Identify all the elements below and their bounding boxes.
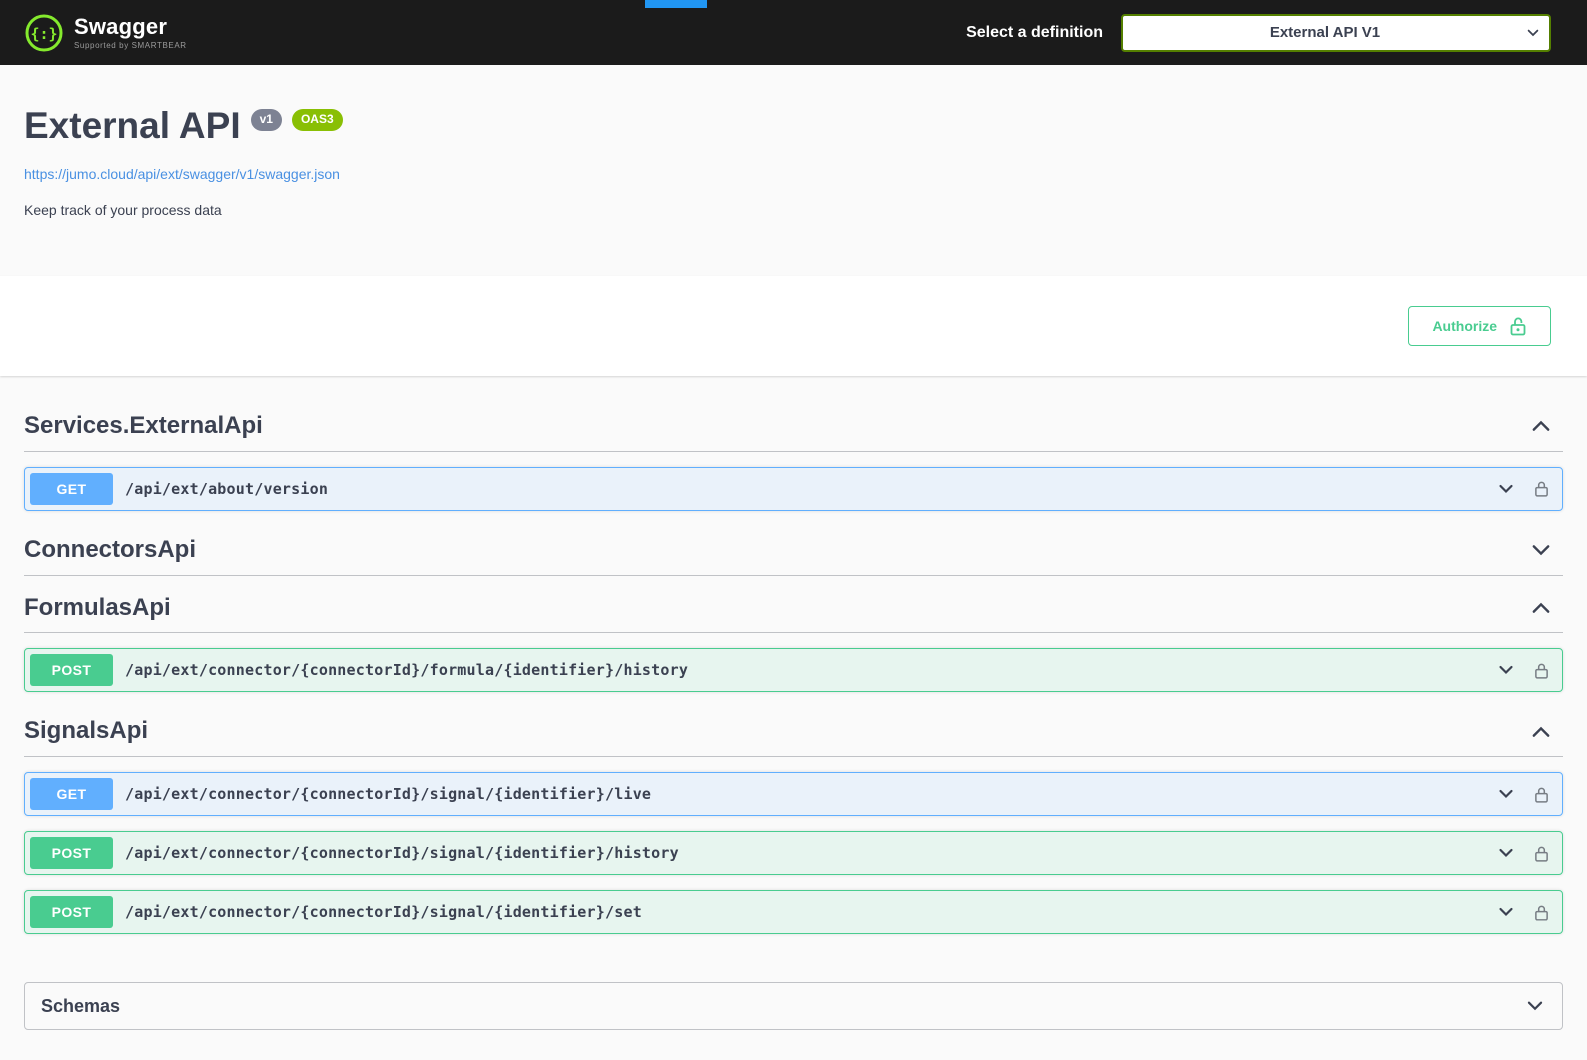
section-title: ConnectorsApi xyxy=(24,536,196,565)
api-section: ConnectorsApi xyxy=(24,526,1563,576)
operation-path: /api/ext/connector/{connectorId}/signal/… xyxy=(113,844,1496,862)
operation-expand-button[interactable] xyxy=(1496,902,1516,922)
page-title: External API v1 OAS3 xyxy=(24,107,1563,144)
top-scroll-notch xyxy=(645,0,707,8)
method-badge: GET xyxy=(30,778,113,810)
logo-text: Swagger xyxy=(74,15,187,38)
scheme-container: Authorize xyxy=(0,276,1587,376)
operation-expand-button[interactable] xyxy=(1496,843,1516,863)
logo-tagline: Supported by SMARTBEAR xyxy=(74,41,187,50)
operation-path: /api/ext/connector/{connectorId}/signal/… xyxy=(113,785,1496,803)
operation-row[interactable]: GET /api/ext/connector/{connectorId}/sig… xyxy=(24,772,1563,816)
operations-container: Services.ExternalApi GET /api/ext/about/… xyxy=(24,402,1563,934)
lock-icon xyxy=(1534,786,1549,803)
version-badge: v1 xyxy=(251,109,282,131)
section-title: Services.ExternalApi xyxy=(24,412,263,441)
svg-text:{:}: {:} xyxy=(30,25,57,43)
lock-icon-button[interactable] xyxy=(1534,904,1549,921)
chevron-down-icon xyxy=(1496,784,1516,804)
method-badge: POST xyxy=(30,654,113,686)
topbar: {:} Swagger Supported by SMARTBEAR Selec… xyxy=(0,0,1587,65)
method-badge: POST xyxy=(30,896,113,928)
section-title: FormulasApi xyxy=(24,594,171,623)
lock-icon xyxy=(1534,662,1549,679)
oas-badge: OAS3 xyxy=(292,109,343,131)
operation-expand-button[interactable] xyxy=(1496,479,1516,499)
lock-icon-button[interactable] xyxy=(1534,845,1549,862)
api-description: Keep track of your process data xyxy=(24,202,1563,218)
lock-icon-button[interactable] xyxy=(1534,786,1549,803)
spec-url-link[interactable]: https://jumo.cloud/api/ext/swagger/v1/sw… xyxy=(24,166,340,182)
definition-select-label: Select a definition xyxy=(966,24,1103,42)
section-expand-button[interactable] xyxy=(1529,414,1553,438)
operation-summary[interactable]: GET /api/ext/connector/{connectorId}/sig… xyxy=(25,773,1562,815)
authorize-label: Authorize xyxy=(1432,317,1497,335)
operation-row[interactable]: POST /api/ext/connector/{connectorId}/si… xyxy=(24,890,1563,934)
section-operations: POST /api/ext/connector/{connectorId}/fo… xyxy=(24,633,1563,692)
api-title: External API xyxy=(24,107,241,144)
authorize-button[interactable]: Authorize xyxy=(1408,306,1551,346)
lock-icon-button[interactable] xyxy=(1534,480,1549,497)
schemas-header[interactable]: Schemas xyxy=(25,983,1562,1029)
section-header[interactable]: SignalsApi xyxy=(24,707,1563,757)
lock-icon xyxy=(1534,480,1549,497)
chevron-down-icon xyxy=(1529,538,1553,562)
operation-path: /api/ext/connector/{connectorId}/signal/… xyxy=(113,903,1496,921)
section-expand-button[interactable] xyxy=(1529,720,1553,744)
section-title: SignalsApi xyxy=(24,717,148,746)
section-operations: GET /api/ext/connector/{connectorId}/sig… xyxy=(24,757,1563,934)
section-header[interactable]: ConnectorsApi xyxy=(24,526,1563,576)
operation-summary[interactable]: GET /api/ext/about/version xyxy=(25,468,1562,510)
chevron-down-icon xyxy=(1496,843,1516,863)
operations-area: Services.ExternalApi GET /api/ext/about/… xyxy=(0,376,1587,1060)
operation-expand-button[interactable] xyxy=(1496,660,1516,680)
method-badge: GET xyxy=(30,473,113,505)
operation-path: /api/ext/connector/{connectorId}/formula… xyxy=(113,661,1496,679)
api-section: SignalsApi GET /api/ext/connector/{conne… xyxy=(24,707,1563,934)
chevron-up-icon xyxy=(1529,596,1553,620)
unlock-icon xyxy=(1509,316,1527,336)
chevron-up-icon xyxy=(1529,414,1553,438)
section-header[interactable]: FormulasApi xyxy=(24,584,1563,634)
chevron-down-icon xyxy=(1496,479,1516,499)
api-section: Services.ExternalApi GET /api/ext/about/… xyxy=(24,402,1563,511)
operation-path: /api/ext/about/version xyxy=(113,480,1496,498)
method-badge: POST xyxy=(30,837,113,869)
operation-summary[interactable]: POST /api/ext/connector/{connectorId}/si… xyxy=(25,891,1562,933)
section-expand-button[interactable] xyxy=(1529,538,1553,562)
section-operations: GET /api/ext/about/version xyxy=(24,452,1563,511)
chevron-down-icon[interactable] xyxy=(1524,995,1546,1017)
schemas-section: Schemas xyxy=(24,982,1563,1030)
swagger-logo-icon: {:} xyxy=(24,13,64,53)
operation-row[interactable]: GET /api/ext/about/version xyxy=(24,467,1563,511)
lock-icon xyxy=(1534,904,1549,921)
section-expand-button[interactable] xyxy=(1529,596,1553,620)
operation-summary[interactable]: POST /api/ext/connector/{connectorId}/si… xyxy=(25,832,1562,874)
lock-icon-button[interactable] xyxy=(1534,662,1549,679)
schemas-title: Schemas xyxy=(41,996,120,1017)
api-info: External API v1 OAS3 https://jumo.cloud/… xyxy=(0,65,1587,276)
section-header[interactable]: Services.ExternalApi xyxy=(24,402,1563,452)
operation-summary[interactable]: POST /api/ext/connector/{connectorId}/fo… xyxy=(25,649,1562,691)
definition-select[interactable]: External API V1 xyxy=(1121,14,1551,52)
chevron-down-icon xyxy=(1496,660,1516,680)
operation-row[interactable]: POST /api/ext/connector/{connectorId}/si… xyxy=(24,831,1563,875)
operation-expand-button[interactable] xyxy=(1496,784,1516,804)
lock-icon xyxy=(1534,845,1549,862)
definition-selector: Select a definition External API V1 xyxy=(966,14,1551,52)
api-section: FormulasApi POST /api/ext/connector/{con… xyxy=(24,584,1563,693)
chevron-up-icon xyxy=(1529,720,1553,744)
operation-row[interactable]: POST /api/ext/connector/{connectorId}/fo… xyxy=(24,648,1563,692)
chevron-down-icon xyxy=(1496,902,1516,922)
swagger-logo[interactable]: {:} Swagger Supported by SMARTBEAR xyxy=(24,13,187,53)
